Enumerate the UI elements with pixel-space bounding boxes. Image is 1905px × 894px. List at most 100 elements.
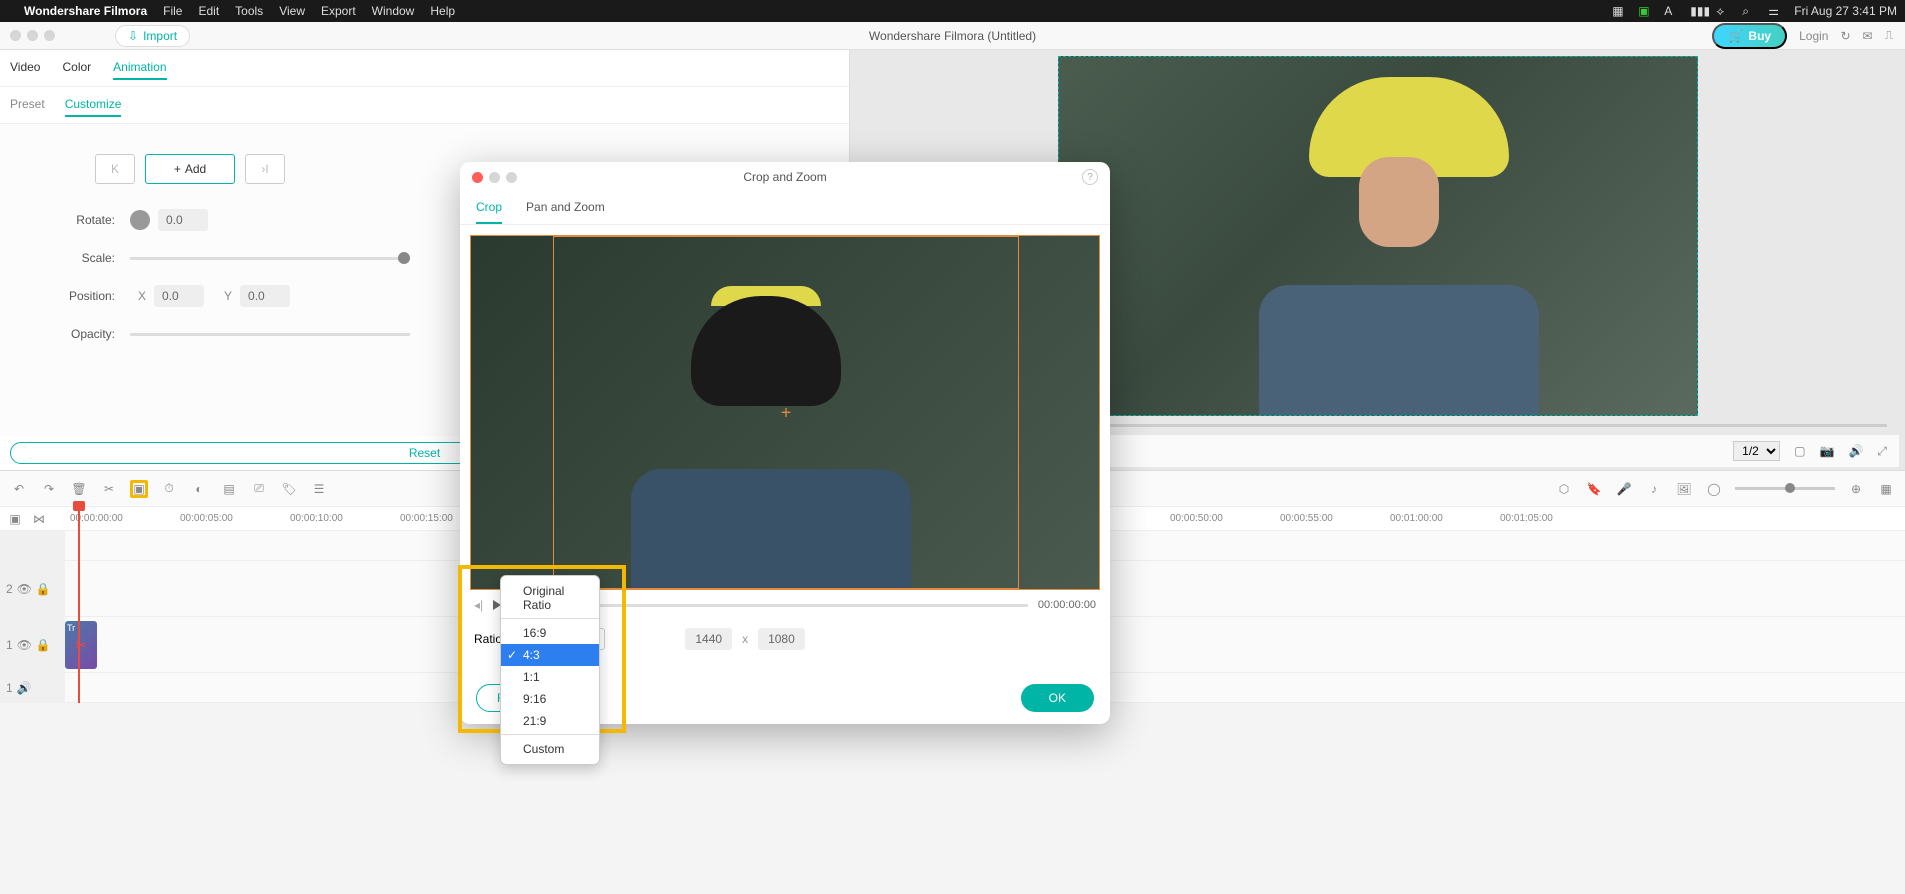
- color-icon[interactable]: ◐: [190, 480, 208, 498]
- maximize-window-icon[interactable]: [44, 30, 55, 41]
- timeline-view-icon[interactable]: ▦: [1877, 480, 1895, 498]
- dialog-titlebar: Crop and Zoom ?: [460, 162, 1110, 192]
- menu-edit[interactable]: Edit: [198, 4, 219, 18]
- marker-icon[interactable]: 🔖: [1585, 480, 1603, 498]
- opacity-slider[interactable]: [130, 333, 410, 336]
- render-icon[interactable]: ◯: [1705, 480, 1723, 498]
- picture-icon[interactable]: 🖼: [1675, 480, 1693, 498]
- speaker-icon[interactable]: 🔊: [17, 681, 32, 695]
- menu-window[interactable]: Window: [372, 4, 415, 18]
- link-icon[interactable]: ⋈: [30, 510, 48, 528]
- import-button[interactable]: ⇩ Import: [115, 25, 190, 47]
- frame-back-icon[interactable]: ◂|: [474, 598, 483, 612]
- video-clip[interactable]: Tr ✂: [65, 621, 97, 669]
- battery-icon[interactable]: ▮▮▮: [1690, 4, 1704, 18]
- undo-icon[interactable]: ↶: [10, 480, 28, 498]
- tag-icon[interactable]: 🏷: [280, 480, 298, 498]
- detach-audio-icon[interactable]: ⎚: [250, 480, 268, 498]
- help-icon[interactable]: ?: [1082, 169, 1098, 185]
- speed-icon[interactable]: ⏱: [160, 480, 178, 498]
- next-keyframe-button[interactable]: ›I: [245, 154, 285, 184]
- buy-button[interactable]: 🛒 Buy: [1712, 23, 1787, 49]
- rotate-knob[interactable]: [130, 210, 150, 230]
- expand-icon[interactable]: ⤢: [1877, 444, 1887, 459]
- wifi-icon[interactable]: ⟡: [1716, 4, 1730, 18]
- menubar-tray-icon-2[interactable]: ▣: [1638, 4, 1652, 18]
- menu-help[interactable]: Help: [430, 4, 455, 18]
- zoom-slider[interactable]: [1735, 487, 1835, 490]
- snapshot-icon[interactable]: 📷: [1819, 444, 1834, 458]
- menu-view[interactable]: View: [279, 4, 305, 18]
- music-icon[interactable]: ♪: [1645, 480, 1663, 498]
- rotate-value-input[interactable]: [158, 209, 208, 231]
- menubar-tray-icon-a[interactable]: A: [1664, 4, 1678, 18]
- ratio-option-4-3[interactable]: 4:3: [501, 644, 599, 666]
- lock-icon[interactable]: 🔒: [36, 582, 51, 596]
- zoom-fit-icon[interactable]: ⊕: [1847, 480, 1865, 498]
- split-icon[interactable]: ✂: [100, 480, 118, 498]
- prev-keyframe-button[interactable]: K: [95, 154, 135, 184]
- menubar-tray-icon-1[interactable]: ▦: [1612, 4, 1626, 18]
- crop-scrubber[interactable]: [530, 604, 1028, 607]
- tab-crop[interactable]: Crop: [476, 200, 502, 224]
- crop-rectangle[interactable]: +: [553, 236, 1019, 589]
- menu-export[interactable]: Export: [321, 4, 356, 18]
- lock-icon[interactable]: 🔒: [36, 638, 51, 652]
- menubar-app-name[interactable]: Wondershare Filmora: [24, 4, 147, 18]
- playhead[interactable]: [78, 507, 80, 703]
- filters-icon[interactable]: ☰: [310, 480, 328, 498]
- preview-canvas[interactable]: [1058, 56, 1698, 416]
- scissors-icon: ✂: [75, 637, 87, 654]
- tab-video[interactable]: Video: [10, 60, 40, 80]
- eye-icon[interactable]: 👁: [17, 582, 32, 596]
- tab-pan-zoom[interactable]: Pan and Zoom: [526, 200, 605, 224]
- ratio-option-original[interactable]: Original Ratio: [501, 580, 599, 619]
- opacity-label: Opacity:: [10, 327, 130, 341]
- ratio-option-16-9[interactable]: 16:9: [501, 622, 599, 644]
- search-icon[interactable]: ⌕: [1742, 4, 1756, 18]
- volume-icon[interactable]: 🔊: [1848, 444, 1863, 458]
- account-icon[interactable]: ⎍: [1885, 28, 1893, 43]
- green-screen-icon[interactable]: ▤: [220, 480, 238, 498]
- ratio-option-9-16[interactable]: 9:16: [501, 688, 599, 710]
- subtab-customize[interactable]: Customize: [65, 97, 122, 117]
- crop-preview-canvas[interactable]: +: [470, 235, 1100, 590]
- tab-color[interactable]: Color: [62, 60, 91, 80]
- login-link[interactable]: Login: [1799, 29, 1828, 43]
- display-icon[interactable]: ▢: [1794, 444, 1805, 458]
- crop-width-input[interactable]: 1440: [685, 628, 732, 650]
- crop-tool-icon[interactable]: ▣: [130, 480, 148, 498]
- ratio-option-1-1[interactable]: 1:1: [501, 666, 599, 688]
- cloud-sync-icon[interactable]: ↻: [1840, 29, 1850, 43]
- tab-animation[interactable]: Animation: [113, 60, 166, 80]
- track-add-icon[interactable]: ▣: [6, 510, 24, 528]
- position-y-label: Y: [224, 289, 232, 303]
- ruler-mark: 00:00:55:00: [1280, 513, 1333, 524]
- position-y-input[interactable]: [240, 285, 290, 307]
- dialog-close-icon[interactable]: [472, 172, 483, 183]
- ruler-mark: 00:00:10:00: [290, 513, 343, 524]
- message-icon[interactable]: ✉: [1863, 29, 1873, 43]
- menu-file[interactable]: File: [163, 4, 182, 18]
- crop-height-input[interactable]: 1080: [758, 628, 805, 650]
- magnet-icon[interactable]: ⬡: [1555, 480, 1573, 498]
- preview-zoom-select[interactable]: 1/2: [1733, 441, 1780, 461]
- add-keyframe-button[interactable]: + Add: [145, 154, 235, 184]
- ratio-option-21-9[interactable]: 21:9: [501, 710, 599, 735]
- close-window-icon[interactable]: [10, 30, 21, 41]
- voiceover-icon[interactable]: 🎤: [1615, 480, 1633, 498]
- menubar-datetime[interactable]: Fri Aug 27 3:41 PM: [1794, 4, 1897, 18]
- control-center-icon[interactable]: ⚌: [1768, 4, 1782, 18]
- delete-icon[interactable]: 🗑: [70, 480, 88, 498]
- menu-tools[interactable]: Tools: [235, 4, 263, 18]
- ratio-option-custom[interactable]: Custom: [501, 738, 599, 760]
- position-x-input[interactable]: [154, 285, 204, 307]
- track-number: 2: [6, 582, 13, 596]
- subtab-preset[interactable]: Preset: [10, 97, 45, 117]
- scale-slider[interactable]: [130, 257, 410, 260]
- dims-x-label: x: [742, 632, 748, 646]
- eye-icon[interactable]: 👁: [17, 638, 32, 652]
- redo-icon[interactable]: ↷: [40, 480, 58, 498]
- minimize-window-icon[interactable]: [27, 30, 38, 41]
- ok-button[interactable]: OK: [1021, 684, 1094, 712]
